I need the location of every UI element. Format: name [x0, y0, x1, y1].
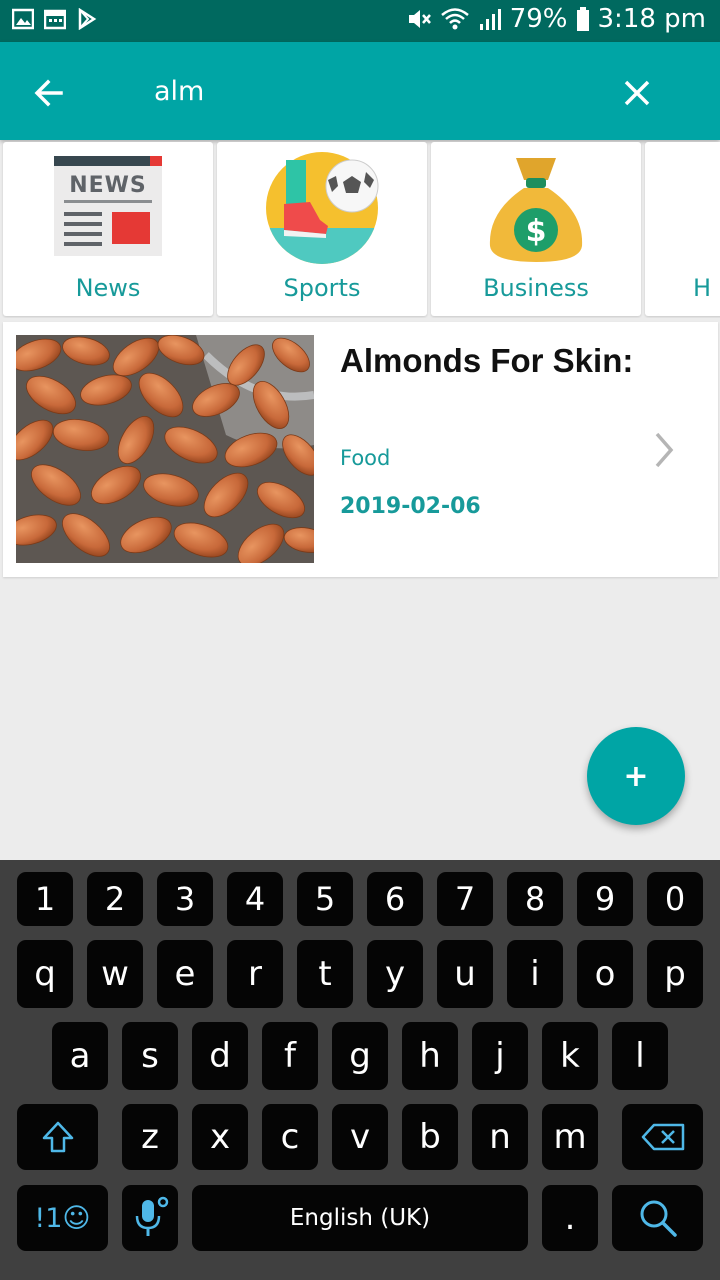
- category-label: Business: [483, 274, 589, 302]
- backspace-key[interactable]: [622, 1104, 703, 1170]
- article-category: Food: [340, 446, 391, 470]
- key-k[interactable]: k: [542, 1022, 598, 1090]
- chevron-right-icon: [655, 432, 674, 468]
- key-9[interactable]: 9: [577, 872, 633, 926]
- key-c[interactable]: c: [262, 1104, 318, 1170]
- status-bar: 79% 3:18 pm: [0, 0, 720, 42]
- category-news[interactable]: NEWS News: [3, 142, 213, 316]
- article-title: Almonds For Skin:: [340, 342, 634, 379]
- microphone-icon: [135, 1196, 169, 1236]
- voice-input-key[interactable]: [122, 1185, 178, 1251]
- health-icon: [692, 150, 720, 266]
- key-p[interactable]: p: [647, 940, 703, 1008]
- gallery-notification-icon: [12, 8, 34, 30]
- system-status: 79% 3:18 pm: [406, 4, 706, 34]
- search-icon: [640, 1200, 677, 1237]
- shift-key[interactable]: [17, 1104, 98, 1170]
- backspace-icon: [641, 1123, 684, 1151]
- news-icon: NEWS: [54, 156, 162, 256]
- key-v[interactable]: v: [332, 1104, 388, 1170]
- symbols-key[interactable]: !1☺: [17, 1185, 108, 1251]
- key-s[interactable]: s: [122, 1022, 178, 1090]
- mute-icon: [408, 10, 431, 28]
- key-n[interactable]: n: [472, 1104, 528, 1170]
- add-button[interactable]: +: [587, 727, 685, 825]
- space-key[interactable]: English (UK): [192, 1185, 528, 1251]
- search-input[interactable]: [154, 68, 574, 114]
- key-6[interactable]: 6: [367, 872, 423, 926]
- key-j[interactable]: j: [472, 1022, 528, 1090]
- key-o[interactable]: o: [577, 940, 633, 1008]
- play-store-notification-icon: [78, 8, 97, 30]
- key-e[interactable]: e: [157, 940, 213, 1008]
- search-toolbar: [0, 42, 720, 140]
- key-m[interactable]: m: [542, 1104, 598, 1170]
- key-h[interactable]: h: [402, 1022, 458, 1090]
- key-w[interactable]: w: [87, 940, 143, 1008]
- category-health[interactable]: H: [645, 142, 720, 316]
- key-i[interactable]: i: [507, 940, 563, 1008]
- clock: 3:18 pm: [597, 4, 706, 34]
- notification-icons: [12, 8, 98, 30]
- category-business[interactable]: $ Business: [431, 142, 641, 316]
- arrow-left-icon: [34, 79, 63, 107]
- key-x[interactable]: x: [192, 1104, 248, 1170]
- key-t[interactable]: t: [297, 940, 353, 1008]
- key-4[interactable]: 4: [227, 872, 283, 926]
- battery-percentage: 79%: [509, 4, 568, 34]
- key-f[interactable]: f: [262, 1022, 318, 1090]
- clear-search-button[interactable]: [614, 70, 660, 116]
- key-3[interactable]: 3: [157, 872, 213, 926]
- category-label: H: [693, 274, 712, 302]
- category-label: News: [75, 274, 141, 302]
- key-0[interactable]: 0: [647, 872, 703, 926]
- key-1[interactable]: 1: [17, 872, 73, 926]
- keyboard: 1 2 3 4 5 6 7 8 9 0 q w e r t y u i o p …: [0, 860, 720, 1280]
- category-list: NEWS News Sports $ Business H: [0, 142, 720, 318]
- key-7[interactable]: 7: [437, 872, 493, 926]
- key-r[interactable]: r: [227, 940, 283, 1008]
- business-icon: $: [489, 158, 583, 262]
- battery-icon: [576, 7, 589, 31]
- key-l[interactable]: l: [612, 1022, 668, 1090]
- calendar-notification-icon: [44, 9, 66, 30]
- period-key[interactable]: .: [542, 1185, 598, 1251]
- key-z[interactable]: z: [122, 1104, 178, 1170]
- almonds-image: [16, 335, 314, 563]
- key-5[interactable]: 5: [297, 872, 353, 926]
- sports-icon: [266, 152, 379, 264]
- category-sports[interactable]: Sports: [217, 142, 427, 316]
- key-q[interactable]: q: [17, 940, 73, 1008]
- article-card[interactable]: Almonds For Skin: Food 2019-02-06: [3, 322, 718, 577]
- key-a[interactable]: a: [52, 1022, 108, 1090]
- close-icon: [624, 80, 650, 106]
- key-d[interactable]: d: [192, 1022, 248, 1090]
- svg-text:NEWS: NEWS: [69, 173, 147, 198]
- signal-icon: [479, 9, 501, 30]
- key-g[interactable]: g: [332, 1022, 388, 1090]
- shift-icon: [42, 1121, 73, 1153]
- key-8[interactable]: 8: [507, 872, 563, 926]
- search-key[interactable]: [612, 1185, 703, 1251]
- key-u[interactable]: u: [437, 940, 493, 1008]
- svg-text:$: $: [526, 214, 547, 249]
- category-label: Sports: [283, 274, 361, 302]
- back-button[interactable]: [26, 70, 72, 116]
- article-thumbnail: [16, 335, 314, 563]
- key-2[interactable]: 2: [87, 872, 143, 926]
- article-date: 2019-02-06: [340, 494, 481, 519]
- key-y[interactable]: y: [367, 940, 423, 1008]
- wifi-icon: [440, 8, 469, 30]
- key-b[interactable]: b: [402, 1104, 458, 1170]
